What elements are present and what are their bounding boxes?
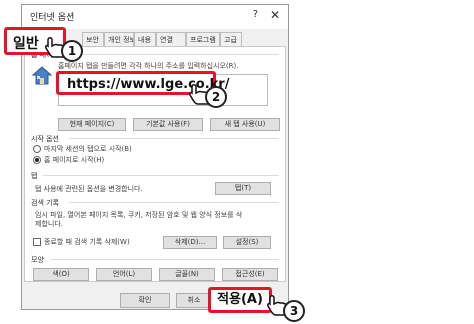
tab-privacy[interactable]: 개인 정보 xyxy=(104,32,134,46)
accessibility-button[interactable]: 접근성(E) xyxy=(222,268,278,281)
tab-general-label: 일반 xyxy=(13,36,39,52)
use-new-tab-button[interactable]: 새 탭 사용(U) xyxy=(210,118,280,131)
divider xyxy=(51,259,279,260)
cancel-button[interactable]: 취소 xyxy=(176,293,212,308)
colors-button[interactable]: 색(O) xyxy=(33,268,89,281)
use-current-button[interactable]: 현재 페이지(C) xyxy=(58,118,126,131)
startup-homepage-radio[interactable] xyxy=(33,156,41,164)
apply-button[interactable]: 적용(A) xyxy=(208,287,272,313)
fonts-button[interactable]: 글꼴(N) xyxy=(159,268,215,281)
delete-history-button[interactable]: 삭제(D)... xyxy=(163,236,217,249)
divider xyxy=(43,175,279,176)
title-bar: 인터넷 옵션 ? ✕ xyxy=(22,5,288,29)
divider xyxy=(69,138,279,139)
tab-programs[interactable]: 프로그램 xyxy=(186,32,220,46)
appearance-section-label: 모양 xyxy=(31,256,44,264)
history-description-line1: 임시 파일, 열어본 페이지 목록, 쿠키, 저장된 암호 및 웹 양식 정보를… xyxy=(35,211,243,219)
step-2-badge: 2 xyxy=(205,86,227,108)
tab-content-label: 내용 xyxy=(138,36,151,44)
history-section-label: 검색 기록 xyxy=(31,199,59,207)
startup-last-session-radio[interactable] xyxy=(33,145,41,153)
tab-connections-label: 연결 xyxy=(160,36,173,44)
homepage-description: 홈페이지 탭을 만들려면 각각 하나의 주소를 입력하십시오(R). xyxy=(58,62,239,70)
languages-button[interactable]: 언어(L) xyxy=(96,268,152,281)
startup-section-label: 시작 옵션 xyxy=(31,135,59,143)
startup-homepage-label: 홈 페이지로 시작(H) xyxy=(44,156,105,164)
divider xyxy=(71,54,279,55)
delete-on-exit-checkbox[interactable] xyxy=(33,238,41,246)
startup-last-session-label: 마지막 세션의 탭으로 시작(B) xyxy=(44,145,132,153)
ok-button[interactable]: 확인 xyxy=(120,293,170,308)
tab-security-label: 보안 xyxy=(86,36,99,44)
history-description-line2: 제합니다. xyxy=(35,220,63,228)
tab-advanced-label: 고급 xyxy=(224,36,237,44)
tab-programs-label: 프로그램 xyxy=(190,36,216,44)
tabs-description: 탭 사용에 관련된 옵션을 변경합니다. xyxy=(35,185,143,193)
tab-privacy-label: 개인 정보 xyxy=(108,36,134,44)
help-button[interactable]: ? xyxy=(253,9,258,20)
tabs-settings-button[interactable]: 탭(T) xyxy=(215,182,271,195)
tab-content[interactable]: 내용 xyxy=(134,32,156,46)
step-1-badge: 1 xyxy=(61,40,83,62)
history-settings-button[interactable]: 설정(S) xyxy=(223,236,271,249)
house-icon xyxy=(31,66,53,85)
step-3-badge: 3 xyxy=(283,300,305,322)
divider xyxy=(69,202,279,203)
close-button[interactable]: ✕ xyxy=(270,8,280,22)
use-default-button[interactable]: 기본값 사용(F) xyxy=(133,118,203,131)
dialog-title: 인터넷 옵션 xyxy=(30,13,75,23)
tabs-section-label: 탭 xyxy=(31,172,38,180)
tab-connections[interactable]: 연결 xyxy=(156,32,186,46)
tab-advanced[interactable]: 고급 xyxy=(220,32,242,46)
tab-security[interactable]: 보안 xyxy=(82,32,104,46)
delete-on-exit-label: 종료할 때 검색 기록 삭제(W) xyxy=(44,238,130,246)
